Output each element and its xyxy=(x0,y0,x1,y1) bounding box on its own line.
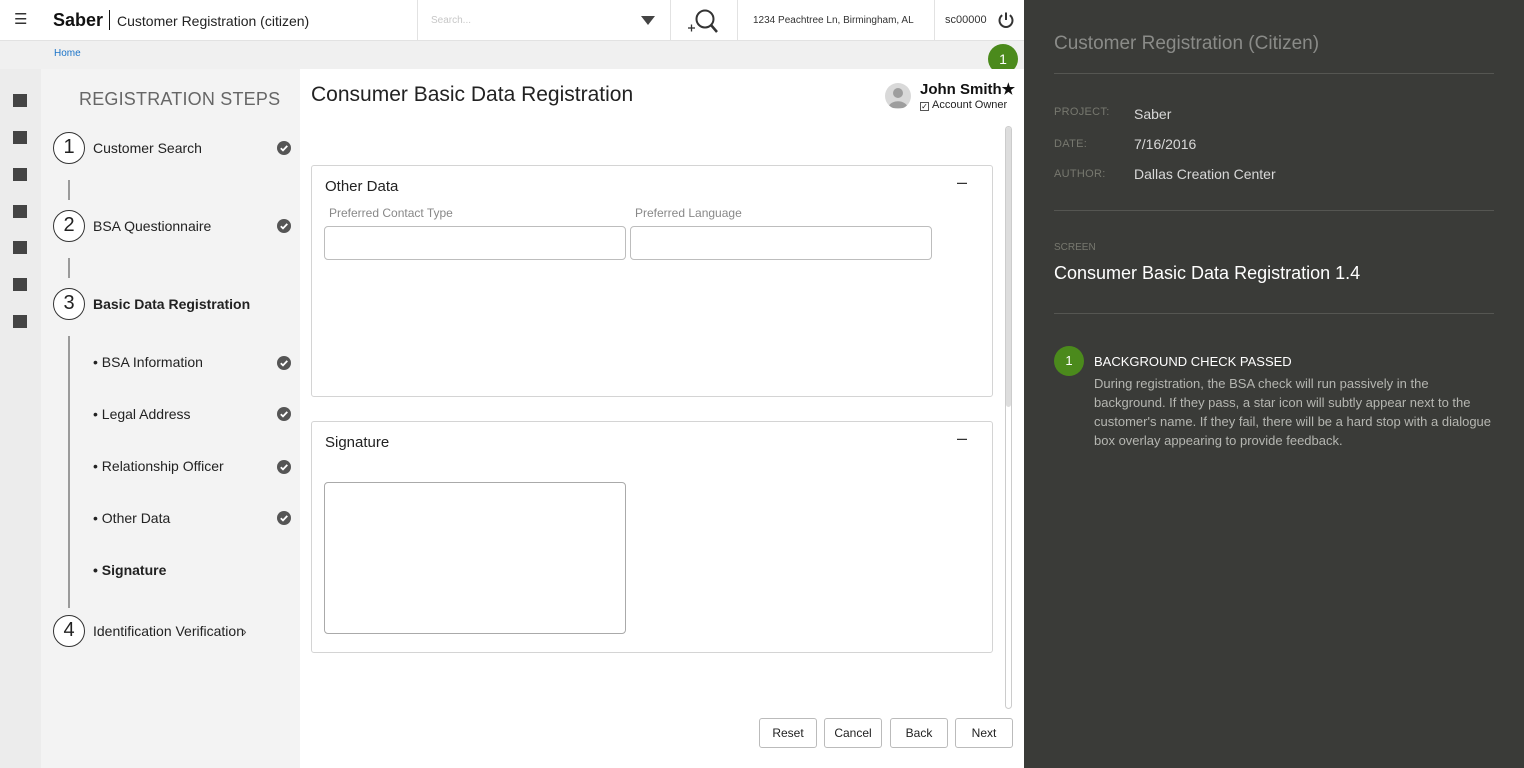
substep-legal-address[interactable]: • Legal Address xyxy=(93,406,191,422)
section-title: Other Data xyxy=(325,178,399,195)
next-button[interactable]: Next xyxy=(955,718,1013,748)
customer-name: John Smith★ xyxy=(920,81,1016,98)
check-circle-icon xyxy=(277,219,291,233)
meta-author-key: AUTHOR: xyxy=(1054,168,1106,180)
meta-date-value: 7/16/2016 xyxy=(1134,136,1197,152)
rail-item-icon[interactable] xyxy=(13,131,27,144)
breadcrumb-bar: Home xyxy=(0,41,1024,69)
user-avatar-icon xyxy=(885,83,911,109)
steps-title: REGISTRATION STEPS xyxy=(79,89,281,109)
search-box xyxy=(417,0,671,41)
substep-signature[interactable]: • Signature xyxy=(93,562,166,578)
check-circle-icon xyxy=(277,460,291,474)
divider xyxy=(1054,210,1494,211)
search-input[interactable] xyxy=(431,12,631,28)
divider xyxy=(1054,313,1494,314)
rail-item-icon[interactable] xyxy=(13,168,27,181)
screen-key: SCREEN xyxy=(1054,242,1096,253)
preferred-language-field[interactable] xyxy=(630,226,932,260)
rail-item-icon[interactable] xyxy=(13,94,27,107)
other-data-section: Other Data – Preferred Contact Type Pref… xyxy=(311,165,993,397)
app-title: Customer Registration (citizen) xyxy=(117,13,310,29)
step-identification-verification[interactable]: Identification Verification xyxy=(93,623,244,639)
step-connector xyxy=(68,258,70,278)
preferred-contact-type-field[interactable] xyxy=(324,226,626,260)
chevron-right-icon[interactable]: › xyxy=(242,623,247,639)
collapse-button[interactable]: – xyxy=(957,172,967,193)
note-body: During registration, the BSA check will … xyxy=(1094,376,1492,448)
branch-address: 1234 Peachtree Ln, Birmingham, AL xyxy=(739,0,935,41)
signature-section: Signature – xyxy=(311,421,993,653)
step-customer-search[interactable]: Customer Search xyxy=(93,140,202,156)
meta-project-key: PROJECT: xyxy=(1054,106,1110,118)
rail-item-icon[interactable] xyxy=(13,278,27,291)
section-title: Signature xyxy=(325,434,390,451)
chevron-down-icon[interactable] xyxy=(641,16,655,25)
add-search-icon xyxy=(688,9,718,33)
brand-separator xyxy=(109,10,110,30)
brand-logo: Saber xyxy=(53,10,104,30)
screen-value: Consumer Basic Data Registration 1.4 xyxy=(1054,263,1361,283)
note-title: BACKGROUND CHECK PASSED xyxy=(1094,354,1292,369)
note-number-badge: 1 xyxy=(1054,346,1084,376)
preferred-contact-type-label: Preferred Contact Type xyxy=(329,206,453,220)
collapse-button[interactable]: – xyxy=(957,428,967,449)
cancel-button[interactable]: Cancel xyxy=(824,718,882,748)
account-owner-label: Account Owner xyxy=(932,99,1008,111)
registration-steps-panel: REGISTRATION STEPS 1 Customer Search 2 B… xyxy=(41,69,300,768)
search-button[interactable] xyxy=(672,0,738,41)
preferred-language-label: Preferred Language xyxy=(635,206,742,220)
user-id: sc00000 xyxy=(945,14,987,26)
left-rail xyxy=(0,69,41,768)
step-connector xyxy=(68,336,70,608)
app-window: ☰ Saber Customer Registration (citizen) … xyxy=(0,0,1024,768)
account-owner-checkbox[interactable]: ✓ xyxy=(920,102,929,111)
annotation-title: Customer Registration (Citizen) xyxy=(1054,33,1320,54)
check-circle-icon xyxy=(277,511,291,525)
substep-bsa-information[interactable]: • BSA Information xyxy=(93,354,203,370)
scrollbar[interactable] xyxy=(1005,126,1012,709)
rail-item-icon[interactable] xyxy=(13,205,27,218)
signature-pad[interactable] xyxy=(324,482,626,634)
step-number: 3 xyxy=(53,288,85,320)
meta-date-key: DATE: xyxy=(1054,138,1088,150)
step-number: 1 xyxy=(53,132,85,164)
annotation-panel: Customer Registration (Citizen) PROJECT:… xyxy=(1024,0,1524,768)
step-bsa-questionnaire[interactable]: BSA Questionnaire xyxy=(93,218,211,234)
menu-icon[interactable]: ☰ xyxy=(14,12,27,28)
power-icon[interactable] xyxy=(997,11,1015,29)
scrollbar-thumb[interactable] xyxy=(1006,127,1011,407)
back-button[interactable]: Back xyxy=(890,718,948,748)
step-number: 4 xyxy=(53,615,85,647)
divider xyxy=(1054,73,1494,74)
check-circle-icon xyxy=(277,407,291,421)
top-bar: ☰ Saber Customer Registration (citizen) … xyxy=(0,0,1024,41)
substep-relationship-officer[interactable]: • Relationship Officer xyxy=(93,458,224,474)
check-circle-icon xyxy=(277,356,291,370)
step-basic-data-registration[interactable]: Basic Data Registration xyxy=(93,296,250,312)
step-number: 2 xyxy=(53,210,85,242)
account-owner: ✓ Account Owner xyxy=(920,99,1007,111)
step-connector xyxy=(68,180,70,200)
check-circle-icon xyxy=(277,141,291,155)
meta-project-value: Saber xyxy=(1134,106,1172,122)
page-title: Consumer Basic Data Registration xyxy=(311,83,634,106)
substep-other-data[interactable]: • Other Data xyxy=(93,510,170,526)
main-content: Consumer Basic Data Registration John Sm… xyxy=(300,69,1024,768)
breadcrumb-home[interactable]: Home xyxy=(54,48,81,59)
meta-author-value: Dallas Creation Center xyxy=(1134,166,1276,182)
rail-item-icon[interactable] xyxy=(13,315,27,328)
reset-button[interactable]: Reset xyxy=(759,718,817,748)
rail-item-icon[interactable] xyxy=(13,241,27,254)
